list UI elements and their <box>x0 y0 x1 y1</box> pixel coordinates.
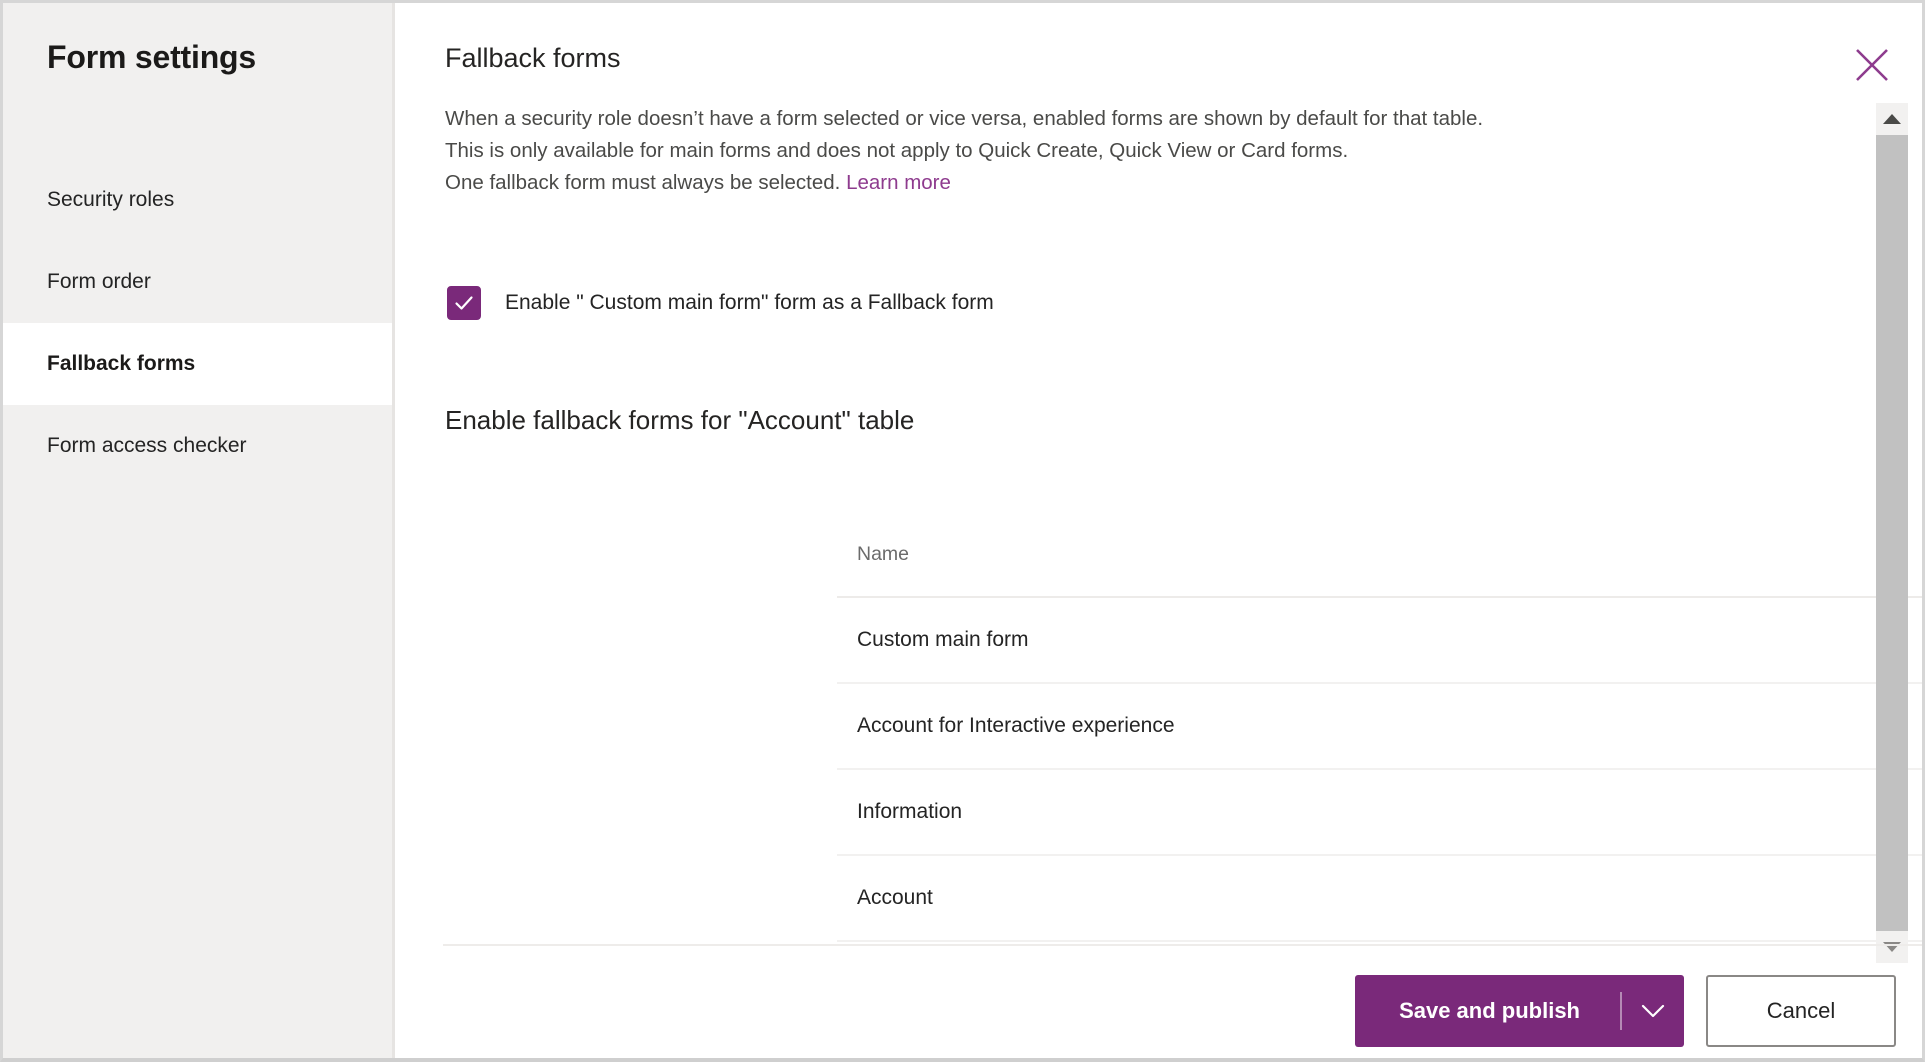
table-row[interactable]: Account for Interactive experience <box>837 684 1925 770</box>
sidebar-item-label: Form order <box>47 270 151 294</box>
footer-divider <box>443 944 1922 946</box>
sidebar-item-form-access-checker[interactable]: Form access checker <box>3 405 392 487</box>
page-title: Form settings <box>47 39 256 76</box>
fallback-forms-table: Name Enable/disable ↑ Custom main form <box>837 513 1925 942</box>
row-name: Custom main form <box>837 628 1925 652</box>
panel-title: Fallback forms <box>445 43 621 74</box>
sidebar-nav: Security roles Form order Fallback forms… <box>3 159 392 487</box>
table-header-row: Name Enable/disable ↑ <box>837 513 1925 598</box>
triangle-down-icon[interactable] <box>1876 931 1908 963</box>
dialog-footer: Save and publish Cancel <box>1355 975 1896 1047</box>
description-line-3-text: One fallback form must always be selecte… <box>445 171 840 194</box>
master-fallback-checkbox-row[interactable]: Enable " Custom main form" form as a Fal… <box>447 286 994 320</box>
sidebar-item-label: Security roles <box>47 188 174 212</box>
scrollbar-thumb[interactable] <box>1876 135 1908 931</box>
learn-more-link[interactable]: Learn more <box>846 171 951 194</box>
sidebar-item-security-roles[interactable]: Security roles <box>3 159 392 241</box>
chevron-down-icon[interactable] <box>1622 975 1684 1047</box>
description-line-2: This is only available for main forms an… <box>445 135 1865 167</box>
row-name: Information <box>837 800 1925 824</box>
column-header-name[interactable]: Name <box>837 543 1925 566</box>
description-line-1: When a security role doesn’t have a form… <box>445 103 1865 135</box>
vertical-scrollbar[interactable] <box>1876 103 1908 963</box>
fallback-forms-panel: Fallback forms When a security role does… <box>395 3 1922 1058</box>
sidebar-item-fallback-forms[interactable]: Fallback forms <box>3 323 392 405</box>
table-row[interactable]: Account <box>837 856 1925 942</box>
close-icon[interactable] <box>1836 29 1908 101</box>
table-row[interactable]: Information <box>837 770 1925 856</box>
master-fallback-checkbox-label: Enable " Custom main form" form as a Fal… <box>505 291 994 315</box>
sidebar: Form settings Security roles Form order … <box>3 3 392 1058</box>
table-row[interactable]: Custom main form <box>837 598 1925 684</box>
sidebar-item-label: Form access checker <box>47 434 247 458</box>
row-name: Account for Interactive experience <box>837 714 1925 738</box>
triangle-up-icon[interactable] <box>1876 103 1908 135</box>
panel-description: When a security role doesn’t have a form… <box>445 103 1865 199</box>
row-name: Account <box>837 886 1925 910</box>
save-and-publish-button[interactable]: Save and publish <box>1355 975 1620 1047</box>
sidebar-item-form-order[interactable]: Form order <box>3 241 392 323</box>
sidebar-item-label: Fallback forms <box>47 352 195 376</box>
master-fallback-checkbox[interactable] <box>447 286 481 320</box>
form-settings-dialog: Form settings Security roles Form order … <box>0 0 1925 1062</box>
save-and-publish-split-button[interactable]: Save and publish <box>1355 975 1684 1047</box>
description-line-3: One fallback form must always be selecte… <box>445 167 1865 199</box>
cancel-button[interactable]: Cancel <box>1706 975 1896 1047</box>
section-heading: Enable fallback forms for "Account" tabl… <box>445 405 914 436</box>
